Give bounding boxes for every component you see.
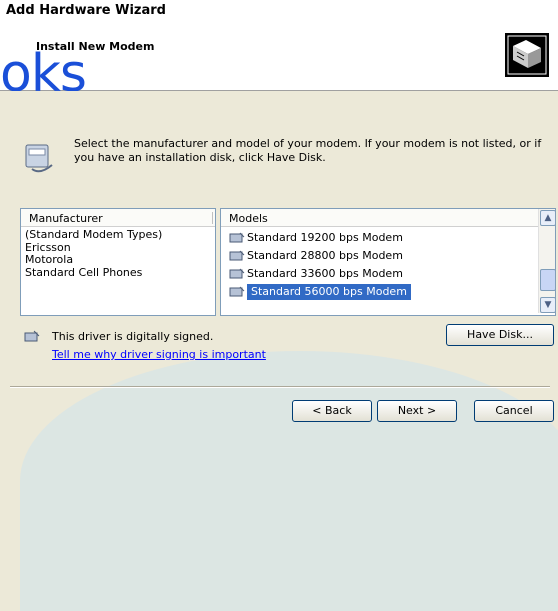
title-bar: Add Hardware Wizard bbox=[0, 0, 558, 23]
modem-icon bbox=[229, 268, 245, 279]
manufacturer-list[interactable]: Manufacturer (Standard Modem Types) Eric… bbox=[20, 208, 216, 316]
list-item[interactable]: Standard Cell Phones bbox=[25, 266, 215, 280]
scroll-down-icon[interactable]: ▼ bbox=[540, 297, 556, 313]
models-header[interactable]: Models bbox=[221, 209, 555, 227]
list-item[interactable]: Motorola bbox=[25, 253, 215, 267]
list-item-selected[interactable]: Standard 56000 bps Modem bbox=[225, 283, 555, 301]
modem-icon bbox=[25, 144, 53, 173]
models-scrollbar[interactable]: ▲ ▼ bbox=[538, 209, 556, 313]
next-button[interactable]: Next > bbox=[377, 400, 457, 422]
list-item[interactable]: Standard 28800 bps Modem bbox=[225, 247, 555, 265]
divider bbox=[10, 386, 550, 388]
list-item[interactable]: (Standard Modem Types) bbox=[25, 228, 215, 242]
hardware-icon bbox=[505, 33, 549, 77]
models-list[interactable]: Models Standard 19200 bps Modem Standard… bbox=[220, 208, 556, 316]
modem-icon bbox=[229, 250, 245, 261]
window-title: Add Hardware Wizard bbox=[6, 3, 166, 18]
have-disk-button[interactable]: Have Disk... bbox=[446, 324, 554, 346]
cancel-button[interactable]: Cancel bbox=[474, 400, 554, 422]
background-decoration bbox=[20, 351, 558, 611]
list-item[interactable]: Standard 33600 bps Modem bbox=[225, 265, 555, 283]
scroll-thumb[interactable] bbox=[540, 269, 556, 291]
driver-signed-text: This driver is digitally signed. bbox=[52, 330, 214, 343]
signed-driver-icon bbox=[24, 330, 40, 342]
instructions-text: Select the manufacturer and model of you… bbox=[74, 137, 542, 164]
modem-icon bbox=[229, 232, 245, 243]
back-button[interactable]: < Back bbox=[292, 400, 372, 422]
manufacturer-header[interactable]: Manufacturer bbox=[21, 209, 215, 227]
list-item[interactable]: Standard 19200 bps Modem bbox=[225, 229, 555, 247]
scroll-up-icon[interactable]: ▲ bbox=[540, 210, 556, 226]
driver-signing-link[interactable]: Tell me why driver signing is important bbox=[52, 348, 266, 361]
modem-icon bbox=[229, 286, 245, 297]
